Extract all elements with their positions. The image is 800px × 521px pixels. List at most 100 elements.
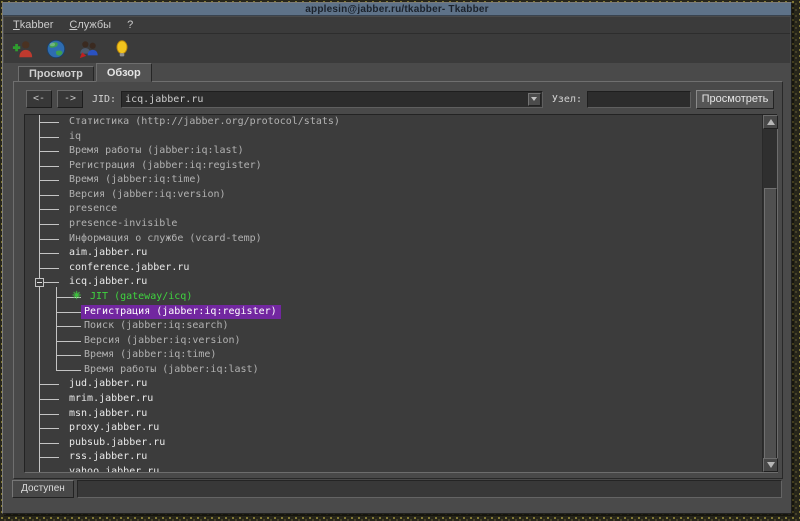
- tree-item[interactable]: jud.jabber.ru: [25, 377, 762, 392]
- add-contact-icon: [12, 38, 34, 60]
- disco-tree-container: Статистика (http://jabber.org/protocol/s…: [24, 114, 778, 473]
- tree-branch-line: [56, 341, 81, 342]
- tree-branch-line: [39, 457, 59, 458]
- back-button[interactable]: <-: [26, 90, 52, 108]
- disco-tree[interactable]: Статистика (http://jabber.org/protocol/s…: [25, 115, 762, 472]
- menu-services[interactable]: Службы: [69, 19, 111, 31]
- tree-branch-line: [39, 195, 59, 196]
- tree-item[interactable]: Информация о службе (vcard-temp): [25, 232, 762, 247]
- tree-item[interactable]: conference.jabber.ru: [25, 261, 762, 276]
- status-message-area: [77, 480, 782, 498]
- tree-item-label: Время работы (jabber:iq:last): [69, 145, 244, 156]
- tree-item[interactable]: msn.jabber.ru: [25, 407, 762, 422]
- tree-item-label: rss.jabber.ru: [69, 451, 147, 462]
- toolbar: [4, 34, 790, 63]
- tab-browse[interactable]: Обзор: [96, 63, 152, 82]
- tree-item[interactable]: rss.jabber.ru: [25, 450, 762, 465]
- tree-item-label: msn.jabber.ru: [69, 408, 147, 419]
- tree-item[interactable]: iq: [25, 130, 762, 145]
- tree-item[interactable]: presence-invisible: [25, 217, 762, 232]
- tree-item-label: pubsub.jabber.ru: [69, 437, 165, 448]
- main-notebook: Просмотр Обзор <- -> JID: Узел: Просмотр…: [13, 63, 783, 479]
- tree-branch-line: [39, 209, 59, 210]
- tree-item[interactable]: presence: [25, 202, 762, 217]
- tree-item[interactable]: Статистика (http://jabber.org/protocol/s…: [25, 115, 762, 130]
- tree-item-label: Версия (jabber:iq:version): [84, 335, 241, 346]
- tree-item-label: yahoo.jabber.ru: [69, 466, 159, 472]
- tree-item-label: aim.jabber.ru: [69, 247, 147, 258]
- vertical-scrollbar[interactable]: [762, 115, 777, 472]
- tab-view[interactable]: Просмотр: [18, 66, 94, 82]
- scrollbar-thumb[interactable]: [764, 188, 777, 460]
- title-bar[interactable]: applesin@jabber.ru/tkabber- Tkabber: [3, 3, 791, 16]
- tree-item[interactable]: Время (jabber:iq:time): [25, 173, 762, 188]
- tree-item[interactable]: ✳ JIT (gateway/icq): [25, 290, 762, 305]
- tree-branch-line: [39, 443, 59, 444]
- forward-button[interactable]: ->: [57, 90, 83, 108]
- tree-branch-line: [39, 137, 59, 138]
- window-title: applesin@jabber.ru/tkabber- Tkabber: [305, 4, 488, 15]
- jid-input[interactable]: [122, 93, 528, 106]
- menu-bar: Tkabber Службы ?: [4, 17, 790, 34]
- status-button[interactable]: Доступен: [12, 480, 74, 498]
- tree-item-label: Информация о службе (vcard-temp): [69, 233, 262, 244]
- tree-item[interactable]: Время работы (jabber:iq:last): [25, 363, 762, 378]
- tree-item[interactable]: mrim.jabber.ru: [25, 392, 762, 407]
- scroll-up-arrow-icon[interactable]: [763, 115, 778, 129]
- tree-branch-line: [39, 384, 59, 385]
- join-conference-button[interactable]: [77, 37, 101, 61]
- browse-services-button[interactable]: [44, 37, 68, 61]
- tree-collapse-icon[interactable]: [35, 278, 44, 287]
- tree-item-label: Время (jabber:iq:time): [69, 174, 201, 185]
- globe-browser-icon: [45, 38, 67, 60]
- tree-item[interactable]: Версия (jabber:iq:version): [25, 334, 762, 349]
- tree-item-label: conference.jabber.ru: [69, 262, 189, 273]
- tree-branch-line: [56, 355, 81, 356]
- tree-branch-line: [39, 399, 59, 400]
- scroll-down-arrow-icon[interactable]: [763, 458, 778, 472]
- disco-navbar: <- -> JID: Узел: Просмотреть: [26, 89, 774, 109]
- tree-item-label: proxy.jabber.ru: [69, 422, 159, 433]
- tree-item[interactable]: icq.jabber.ru: [25, 275, 762, 290]
- tree-item-label: iq: [69, 131, 81, 142]
- presence-lightbulb-icon: [111, 38, 133, 60]
- tree-item[interactable]: Поиск (jabber:iq:search): [25, 319, 762, 334]
- tree-item[interactable]: Время (jabber:iq:time): [25, 348, 762, 363]
- tree-item-label: mrim.jabber.ru: [69, 393, 153, 404]
- tree-item[interactable]: proxy.jabber.ru: [25, 421, 762, 436]
- tree-item-label: Регистрация (jabber:iq:register): [69, 160, 262, 171]
- jid-combobox: [121, 91, 543, 108]
- tree-branch-line: [39, 166, 59, 167]
- tree-item-label: JIT (gateway/icq): [90, 291, 192, 302]
- tree-item[interactable]: Регистрация (jabber:iq:register): [25, 159, 762, 174]
- tree-item[interactable]: Версия (jabber:iq:version): [25, 188, 762, 203]
- browse-panel: <- -> JID: Узел: Просмотреть Ста: [13, 81, 783, 479]
- gateway-star-icon: ✳: [72, 289, 81, 302]
- presence-button[interactable]: [110, 37, 134, 61]
- menu-tkabber[interactable]: Tkabber: [13, 19, 53, 31]
- browse-button[interactable]: Просмотреть: [696, 90, 774, 109]
- tree-branch-line: [39, 253, 59, 254]
- tree-item-label: presence: [69, 203, 117, 214]
- conference-icon: [78, 38, 100, 60]
- tree-item-label: Версия (jabber:iq:version): [69, 189, 226, 200]
- add-contact-button[interactable]: [11, 37, 35, 61]
- jid-label: JID:: [88, 94, 116, 105]
- tree-branch-line: [39, 268, 59, 269]
- jid-dropdown-arrow-icon[interactable]: [528, 93, 541, 106]
- tree-item[interactable]: Регистрация (jabber:iq:register): [25, 305, 762, 320]
- tree-item-label: Статистика (http://jabber.org/protocol/s…: [69, 116, 340, 127]
- tree-item[interactable]: yahoo.jabber.ru: [25, 465, 762, 472]
- tree-item[interactable]: pubsub.jabber.ru: [25, 436, 762, 451]
- tree-branch-line: [39, 428, 59, 429]
- tree-branch-line: [39, 414, 59, 415]
- tree-branch-line: [39, 151, 59, 152]
- tree-item-label: Время (jabber:iq:time): [84, 349, 216, 360]
- tree-branch-line: [56, 312, 81, 313]
- tree-branch-line: [56, 326, 81, 327]
- tkabber-window: applesin@jabber.ru/tkabber- Tkabber Tkab…: [2, 2, 792, 514]
- menu-help[interactable]: ?: [127, 19, 133, 31]
- tree-item-label-selected: Регистрация (jabber:iq:register): [81, 305, 281, 319]
- tree-item[interactable]: aim.jabber.ru: [25, 246, 762, 261]
- tree-item[interactable]: Время работы (jabber:iq:last): [25, 144, 762, 159]
